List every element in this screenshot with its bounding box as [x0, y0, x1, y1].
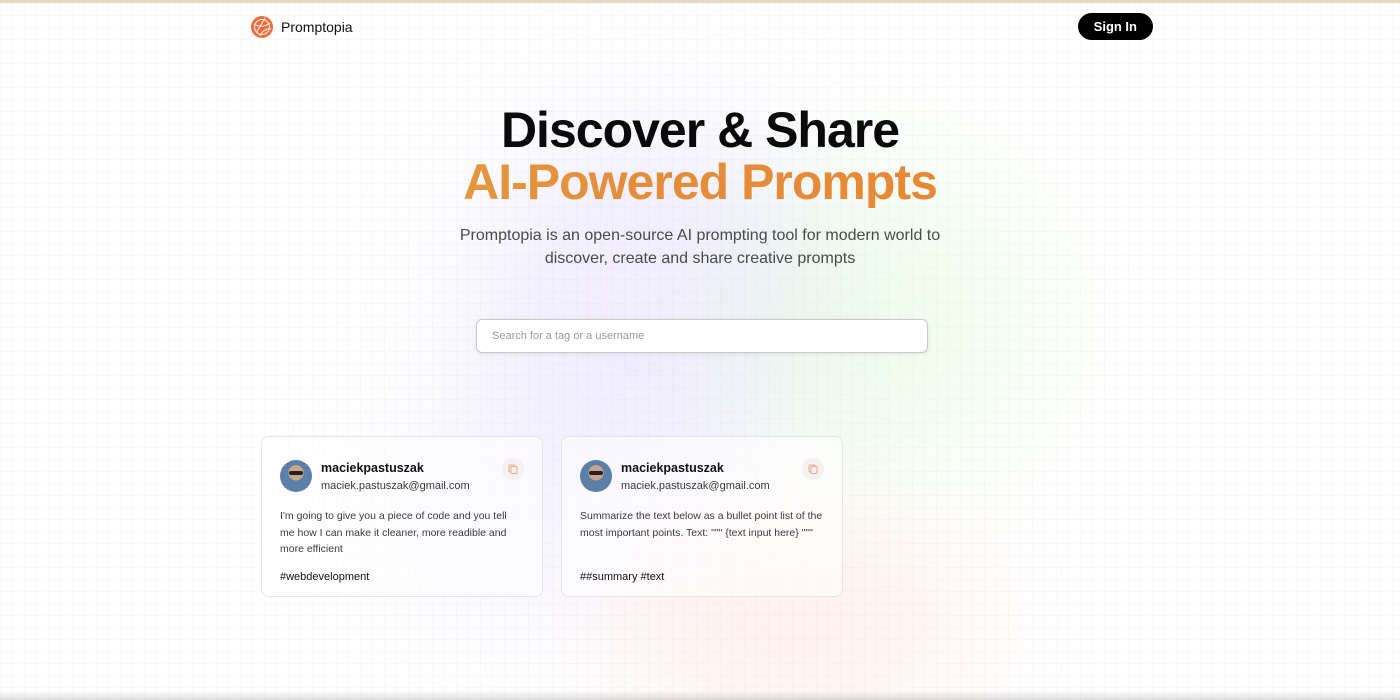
hero-title-highlight: AI-Powered Prompts [0, 156, 1400, 208]
copy-button[interactable] [802, 458, 824, 480]
prompt-text: Summarize the text below as a bullet poi… [580, 510, 823, 539]
copy-icon [808, 464, 818, 474]
prompt-card: maciekpastuszak maciek.pastuszak@gmail.c… [261, 436, 543, 597]
prompt-text: I'm going to give you a piece of code an… [280, 510, 507, 555]
prompt-card-header: maciekpastuszak maciek.pastuszak@gmail.c… [280, 458, 524, 494]
avatar[interactable] [580, 460, 612, 492]
user-email: maciek.pastuszak@gmail.com [321, 480, 470, 492]
user-info[interactable]: maciekpastuszak maciek.pastuszak@gmail.c… [321, 459, 502, 494]
sign-in-button[interactable]: Sign In [1077, 13, 1153, 40]
bottom-shadow [0, 690, 1400, 700]
prompt-tag[interactable]: #webdevelopment [280, 571, 369, 583]
brand-link[interactable]: Promptopia [250, 15, 353, 39]
prompt-tag[interactable]: ##summary #text [580, 571, 664, 583]
username: maciekpastuszak [621, 461, 724, 475]
hero-title-line1: Discover & Share [500, 102, 900, 158]
hero-title: Discover & Share AI-Powered Prompts [0, 104, 1400, 208]
avatar[interactable] [280, 460, 312, 492]
top-nav: Promptopia Sign In [250, 13, 1153, 40]
prompt-card-header: maciekpastuszak maciek.pastuszak@gmail.c… [580, 458, 824, 494]
hero-subtitle: Promptopia is an open-source AI promptin… [459, 227, 941, 267]
copy-icon [508, 464, 518, 474]
username: maciekpastuszak [321, 461, 424, 475]
promptopia-logo-icon [251, 15, 273, 38]
search-input[interactable] [476, 319, 928, 353]
prompt-card: maciekpastuszak maciek.pastuszak@gmail.c… [561, 436, 843, 597]
user-info[interactable]: maciekpastuszak maciek.pastuszak@gmail.c… [621, 459, 802, 494]
copy-button[interactable] [502, 458, 524, 480]
brand-name: Promptopia [281, 18, 353, 35]
hero-section: Discover & Share AI-Powered Prompts Prom… [0, 104, 1400, 270]
user-email: maciek.pastuszak@gmail.com [621, 480, 770, 492]
